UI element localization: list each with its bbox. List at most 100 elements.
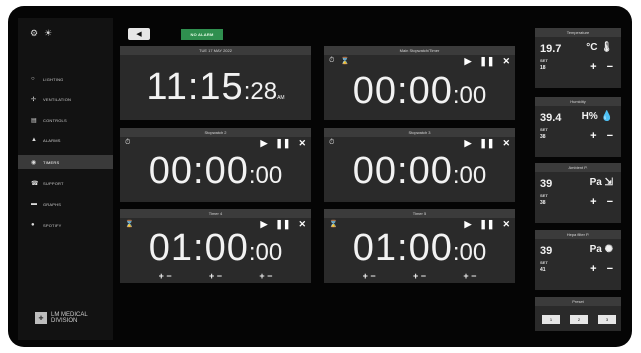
reset-button[interactable]: ✕: [298, 138, 306, 149]
card-title: Hepa filter P.: [535, 230, 621, 239]
hepa-pressure-card: Hepa filter P. 39 Pa ✺ SET 41 + −: [535, 230, 621, 290]
card-title: Humidity: [535, 97, 621, 106]
thermometer-icon: 🌡: [600, 42, 613, 53]
play-button[interactable]: ▶: [464, 138, 471, 149]
temperature-setpoint: 18: [540, 65, 546, 71]
hours-adjust[interactable]: + −: [159, 271, 172, 281]
alarm-status-badge: NO ALARM: [181, 29, 223, 40]
decrease-button[interactable]: −: [607, 61, 613, 73]
timer-time: 01:00:00: [120, 227, 311, 270]
logo-line2: DIVISION: [51, 318, 78, 324]
door-arrow-icon: ⇲: [604, 177, 613, 188]
increase-button[interactable]: +: [590, 196, 596, 208]
main-stopwatch-panel: Main Stopwatch/Timer ⏱ ⌛ ▶ ❚❚ ✕ 00:00:00: [324, 46, 515, 120]
increase-button[interactable]: +: [590, 61, 596, 73]
panel-title: Timer 5: [324, 209, 515, 218]
clock-ampm: AM: [277, 95, 285, 101]
seconds-adjust[interactable]: + −: [463, 271, 476, 281]
sidebar-item-lighting[interactable]: ○ LIGHTING: [18, 72, 113, 86]
clock-time: 11:15:28AM: [120, 66, 311, 109]
panel-title: Stopwatch 3: [324, 128, 515, 137]
stopwatch2-panel: Stopwatch 2 ⏱ ▶ ❚❚ ✕ 00:00:00: [120, 128, 311, 202]
preset-3-button[interactable]: 3: [598, 315, 616, 324]
chart-icon: ▬: [31, 201, 38, 207]
play-button[interactable]: ▶: [260, 138, 267, 149]
lightbulb-icon: ○: [31, 76, 35, 82]
pause-button[interactable]: ❚❚: [479, 56, 494, 67]
sidebar-item-label: SUPPORT: [43, 180, 64, 186]
set-label: SET: [540, 193, 548, 198]
temperature-card: Temperature 19.7 °C 🌡 SET 18 + −: [535, 28, 621, 88]
time-main: 00:00: [148, 150, 249, 192]
card-title: Temperature: [535, 28, 621, 37]
sidebar: ⚙ ☀ ○ LIGHTING ✢ VENTILATION ▤ CONTROLS ▲ AL…: [18, 18, 113, 340]
timer5-panel: Timer 5 ⌛ ▶ ❚❚ ✕ 01:00:00 + − + − + −: [324, 209, 515, 283]
brightness-icon[interactable]: ☀: [44, 28, 52, 39]
humidity-card: Humidity 39.4 H% 💧 SET 38 + −: [535, 97, 621, 157]
increase-button[interactable]: +: [590, 130, 596, 142]
sidebar-item-alarms[interactable]: ▲ ALARMS: [18, 133, 113, 147]
stopwatch3-panel: Stopwatch 3 ⏱ ▶ ❚❚ ✕ 00:00:00: [324, 128, 515, 202]
time-main: 00:00: [352, 150, 453, 192]
ambient-pressure-value: 39: [540, 178, 553, 190]
clock-icon: ◉: [31, 159, 37, 166]
panel-title: Main Stopwatch/Timer: [324, 46, 515, 55]
droplet-icon: 💧: [600, 111, 613, 122]
mute-button[interactable]: ◀: [128, 28, 150, 40]
time-main: 01:00: [352, 227, 453, 269]
sidebar-item-spotify[interactable]: ● SPOTIFY: [18, 218, 113, 232]
device-screen: ⚙ ☀ ○ LIGHTING ✢ VENTILATION ▤ CONTROLS ▲ AL…: [8, 6, 632, 347]
pause-button[interactable]: ❚❚: [479, 138, 494, 149]
time-seconds: :00: [248, 162, 283, 189]
humidity-value: 39.4: [540, 112, 562, 124]
card-title: Preset: [535, 297, 621, 306]
reset-button[interactable]: ✕: [502, 138, 510, 149]
time-seconds: :00: [248, 239, 283, 266]
sidebar-item-support[interactable]: ☎ SUPPORT: [18, 176, 113, 190]
sidebar-item-graphs[interactable]: ▬ GRAPHS: [18, 197, 113, 211]
temperature-unit: °C: [586, 42, 598, 53]
hours-adjust[interactable]: + −: [363, 271, 376, 281]
stopwatch-icon: ⏱: [329, 139, 335, 146]
settings-icon[interactable]: ⚙: [30, 28, 38, 39]
humidity-unit: H%: [581, 111, 598, 122]
sliders-icon: ▤: [31, 117, 37, 124]
panel-title: Timer 4: [120, 209, 311, 218]
sidebar-item-controls[interactable]: ▤ CONTROLS: [18, 113, 113, 127]
hourglass-icon[interactable]: ⌛: [340, 57, 349, 65]
panel-title: Stopwatch 2: [120, 128, 311, 137]
sidebar-item-timers[interactable]: ◉ TIMERS: [18, 155, 113, 169]
time-main: 00:00: [352, 70, 453, 112]
pause-button[interactable]: ❚❚: [275, 138, 290, 149]
stopwatch-icon: ⏱: [125, 139, 131, 146]
sidebar-item-label: LIGHTING: [43, 76, 64, 82]
hepa-pressure-setpoint: 41: [540, 267, 546, 273]
phone-icon: ☎: [31, 180, 39, 187]
decrease-button[interactable]: −: [607, 196, 613, 208]
preset-2-button[interactable]: 2: [570, 315, 588, 324]
increase-button[interactable]: +: [590, 263, 596, 275]
ambient-pressure-card: Ambient P. 39 Pa ⇲ SET 38 + −: [535, 163, 621, 223]
fan-icon: ✢: [31, 96, 37, 103]
sidebar-item-ventilation[interactable]: ✢ VENTILATION: [18, 92, 113, 106]
ambient-pressure-setpoint: 38: [540, 200, 546, 206]
stopwatch-icon[interactable]: ⏱: [329, 57, 334, 65]
stopwatch-time: 00:00:00: [324, 150, 515, 193]
sidebar-item-label: VENTILATION: [43, 96, 72, 102]
minutes-adjust[interactable]: + −: [209, 271, 222, 281]
warning-icon: ▲: [31, 137, 38, 143]
preset-card: Preset 1 2 3: [535, 297, 621, 331]
decrease-button[interactable]: −: [607, 263, 613, 275]
reset-button[interactable]: ✕: [502, 56, 510, 67]
minutes-adjust[interactable]: + −: [413, 271, 426, 281]
decrease-button[interactable]: −: [607, 130, 613, 142]
hepa-pressure-unit: Pa: [589, 244, 602, 255]
time-main: 01:00: [148, 227, 249, 269]
temperature-value: 19.7: [540, 43, 562, 55]
preset-1-button[interactable]: 1: [542, 315, 560, 324]
hepa-pressure-value: 39: [540, 245, 553, 257]
play-button[interactable]: ▶: [464, 56, 471, 67]
sidebar-item-label: ALARMS: [43, 137, 61, 143]
sidebar-item-label: CONTROLS: [43, 117, 67, 123]
seconds-adjust[interactable]: + −: [259, 271, 272, 281]
